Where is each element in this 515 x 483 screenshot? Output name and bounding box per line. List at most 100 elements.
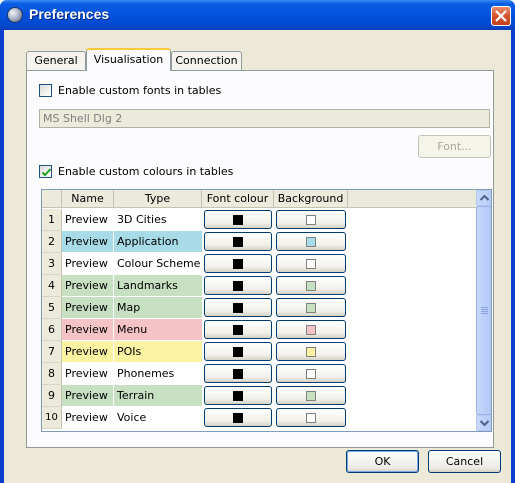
- header-background[interactable]: Background: [274, 190, 348, 208]
- font-colour-button[interactable]: [204, 408, 272, 427]
- font-colour-swatch: [233, 325, 243, 335]
- scroll-down-button[interactable]: [476, 415, 491, 431]
- font-colour-button[interactable]: [204, 342, 272, 361]
- vertical-scrollbar[interactable]: [476, 190, 491, 431]
- background-colour-button[interactable]: [276, 232, 346, 251]
- font-colour-swatch: [233, 259, 243, 269]
- grip-line: [481, 311, 488, 312]
- background-colour-swatch: [306, 237, 316, 247]
- background-colour-swatch: [306, 347, 316, 357]
- table-row[interactable]: 6PreviewMenu Language: [42, 319, 476, 357]
- type-cell: Phonemes: [114, 363, 202, 385]
- type-cell: Terrain: [114, 385, 202, 407]
- background-colour-button[interactable]: [276, 342, 346, 361]
- font-colour-swatch: [233, 237, 243, 247]
- background-colour-button[interactable]: [276, 364, 346, 383]
- preview-cell: Preview: [62, 341, 114, 363]
- background-colour-swatch: [306, 413, 316, 423]
- custom-colours-checkbox[interactable]: [39, 165, 52, 178]
- row-number: 5: [42, 297, 62, 319]
- font-colour-button[interactable]: [204, 298, 272, 317]
- type-cell: Menu Language: [114, 319, 202, 357]
- table-row[interactable]: 7 Preview POIs: [42, 341, 476, 363]
- font-colour-button[interactable]: [204, 232, 272, 251]
- background-colour-button[interactable]: [276, 408, 346, 427]
- font-colour-button[interactable]: [204, 386, 272, 405]
- font-colour-button[interactable]: [204, 254, 272, 273]
- window-title: Preferences: [29, 6, 110, 22]
- scroll-thumb[interactable]: [476, 206, 491, 415]
- font-colour-button[interactable]: [204, 210, 272, 229]
- font-button: Font...: [418, 135, 491, 158]
- custom-fonts-row[interactable]: Enable custom fonts in tables: [39, 84, 221, 97]
- header-font-colour[interactable]: Font colour: [202, 190, 274, 208]
- table-row[interactable]: 10PreviewVoice Language: [42, 407, 476, 429]
- type-cell: Voice Language: [114, 407, 202, 429]
- tab-connection[interactable]: Connection: [171, 51, 242, 70]
- chevron-down-icon: [480, 420, 489, 426]
- background-colour-button[interactable]: [276, 210, 346, 229]
- custom-colours-row[interactable]: Enable custom colours in tables: [39, 165, 233, 178]
- table-row[interactable]: 9 Preview Terrain: [42, 385, 476, 407]
- preferences-window: Preferences General Visualisation Connec…: [0, 0, 515, 483]
- font-colour-button[interactable]: [204, 276, 272, 295]
- tab-visualisation[interactable]: Visualisation: [86, 48, 171, 71]
- table-row[interactable]: 8 Preview Phonemes: [42, 363, 476, 385]
- scroll-up-button[interactable]: [476, 190, 491, 206]
- font-colour-swatch: [233, 413, 243, 423]
- background-colour-button[interactable]: [276, 254, 346, 273]
- font-colour-swatch: [233, 369, 243, 379]
- title-bar[interactable]: Preferences: [0, 0, 515, 30]
- visualisation-panel: Enable custom fonts in tables MS Shell D…: [26, 70, 494, 448]
- font-colour-button[interactable]: [204, 320, 272, 339]
- background-colour-swatch: [306, 391, 316, 401]
- font-colour-swatch: [233, 391, 243, 401]
- type-cell: Landmarks: [114, 275, 202, 297]
- row-number: 3: [42, 253, 62, 275]
- font-colour-swatch: [233, 303, 243, 313]
- grip-line: [481, 313, 488, 314]
- table-row[interactable]: 2 Preview Application: [42, 231, 476, 253]
- background-colour-button[interactable]: [276, 276, 346, 295]
- table-row[interactable]: 3 Preview Colour Scheme: [42, 253, 476, 275]
- preview-cell: Preview: [62, 275, 114, 297]
- header-type[interactable]: Type: [114, 190, 202, 208]
- background-colour-button[interactable]: [276, 386, 346, 405]
- font-colour-swatch: [233, 347, 243, 357]
- font-colour-swatch: [233, 215, 243, 225]
- table-header: Name Type Font colour Background: [42, 190, 476, 208]
- custom-fonts-checkbox[interactable]: [39, 84, 52, 97]
- preview-cell: Preview: [62, 363, 114, 385]
- type-cell: Map: [114, 297, 202, 319]
- row-number: 9: [42, 385, 62, 407]
- preview-cell: Preview: [62, 297, 114, 319]
- table-row[interactable]: 4 Preview Landmarks: [42, 275, 476, 297]
- grip-line: [481, 307, 488, 308]
- table-row[interactable]: 5 Preview Map: [42, 297, 476, 319]
- preview-cell: Preview: [62, 209, 114, 231]
- ok-button[interactable]: OK: [346, 450, 419, 473]
- type-cell: Application: [114, 231, 202, 253]
- font-colour-button[interactable]: [204, 364, 272, 383]
- row-number: 4: [42, 275, 62, 297]
- background-colour-swatch: [306, 325, 316, 335]
- font-colour-swatch: [233, 281, 243, 291]
- close-icon: [495, 10, 507, 22]
- custom-colours-label: Enable custom colours in tables: [58, 165, 234, 178]
- header-name[interactable]: Name: [62, 190, 114, 208]
- row-number: 2: [42, 231, 62, 253]
- table-row[interactable]: 1 Preview 3D Cities: [42, 209, 476, 231]
- tab-general[interactable]: General: [26, 51, 86, 70]
- preview-cell: Preview: [62, 385, 114, 407]
- background-colour-button[interactable]: [276, 320, 346, 339]
- background-colour-swatch: [306, 369, 316, 379]
- row-number: 10: [42, 407, 62, 429]
- dialog-body: General Visualisation Connection Enable …: [4, 30, 511, 483]
- background-colour-swatch: [306, 303, 316, 313]
- grip-line: [481, 309, 488, 310]
- background-colour-button[interactable]: [276, 298, 346, 317]
- close-button[interactable]: [491, 6, 511, 26]
- cancel-button[interactable]: Cancel: [428, 450, 501, 473]
- preview-cell: Preview: [62, 253, 114, 275]
- row-number: 8: [42, 363, 62, 385]
